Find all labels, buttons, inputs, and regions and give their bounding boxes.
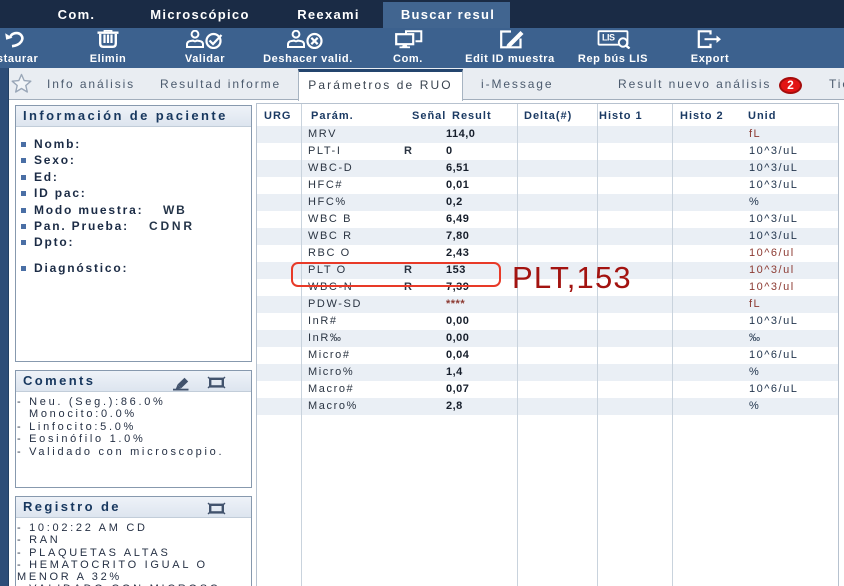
svg-text:LIS: LIS bbox=[602, 32, 615, 42]
